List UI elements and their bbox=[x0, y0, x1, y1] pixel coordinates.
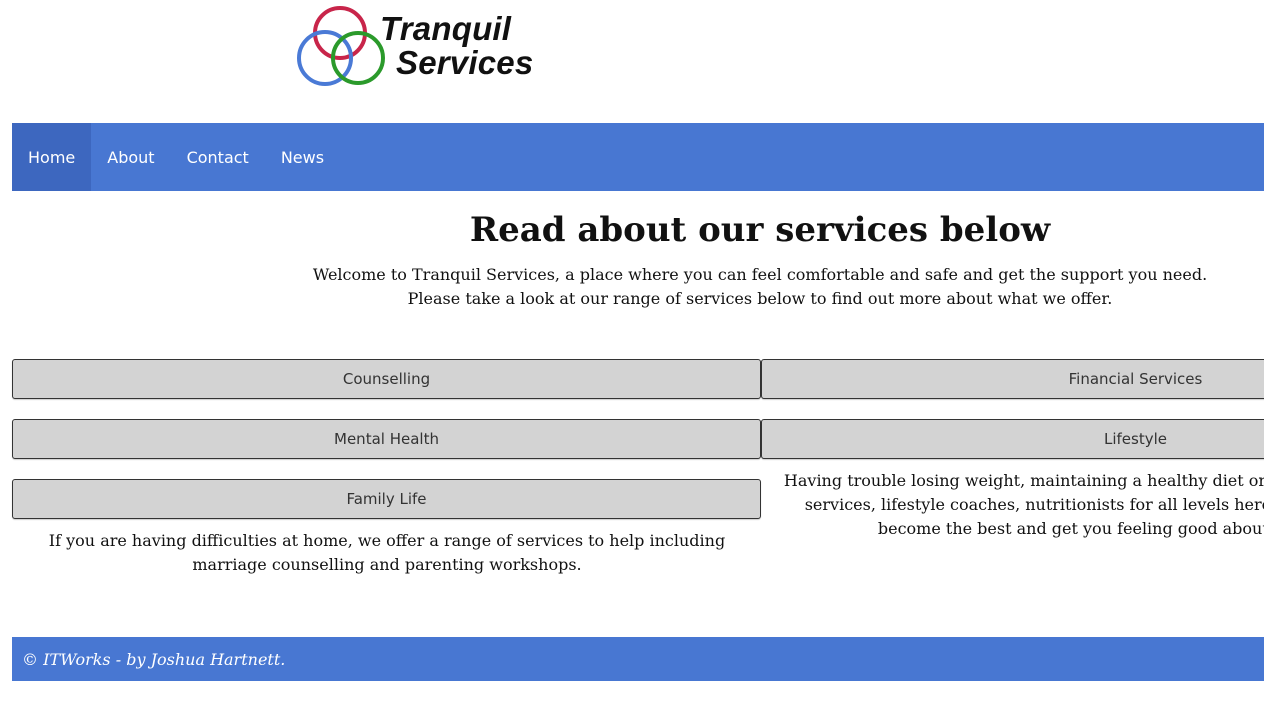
family-life-button[interactable]: Family Life bbox=[12, 479, 761, 519]
page: Tranquil Services Home About Contact New… bbox=[0, 0, 1264, 708]
intro-text: Welcome to Tranquil Services, a place wh… bbox=[260, 263, 1260, 311]
page-title: Read about our services below bbox=[469, 210, 1051, 250]
intro-line-1: Welcome to Tranquil Services, a place wh… bbox=[312, 265, 1208, 284]
site-logo[interactable]: Tranquil Services bbox=[296, 4, 556, 90]
mental-health-button[interactable]: Mental Health bbox=[12, 419, 761, 459]
logo-line2: Services bbox=[396, 44, 534, 81]
nav-about[interactable]: About bbox=[91, 123, 170, 191]
site-footer: © ITWorks - by Joshua Hartnett. bbox=[12, 637, 1264, 681]
lifestyle-description: Having trouble losing weight, maintainin… bbox=[783, 471, 1264, 538]
logo-rings-icon bbox=[297, 6, 385, 86]
counselling-button[interactable]: Counselling bbox=[12, 359, 761, 399]
footer-copyright: © ITWorks - by Joshua Hartnett. bbox=[22, 649, 286, 669]
main-nav: Home About Contact News bbox=[12, 123, 1264, 191]
intro-line-2: Please take a look at our range of servi… bbox=[407, 289, 1113, 308]
logo-text: Tranquil Services bbox=[380, 12, 533, 80]
lifestyle-button[interactable]: Lifestyle bbox=[761, 419, 1264, 459]
family-life-description: If you are having difficulties at home, … bbox=[48, 531, 726, 574]
financial-services-button[interactable]: Financial Services bbox=[761, 359, 1264, 399]
nav-contact[interactable]: Contact bbox=[171, 123, 265, 191]
logo-line1: Tranquil bbox=[380, 10, 512, 47]
nav-news[interactable]: News bbox=[265, 123, 340, 191]
nav-home[interactable]: Home bbox=[12, 123, 92, 191]
